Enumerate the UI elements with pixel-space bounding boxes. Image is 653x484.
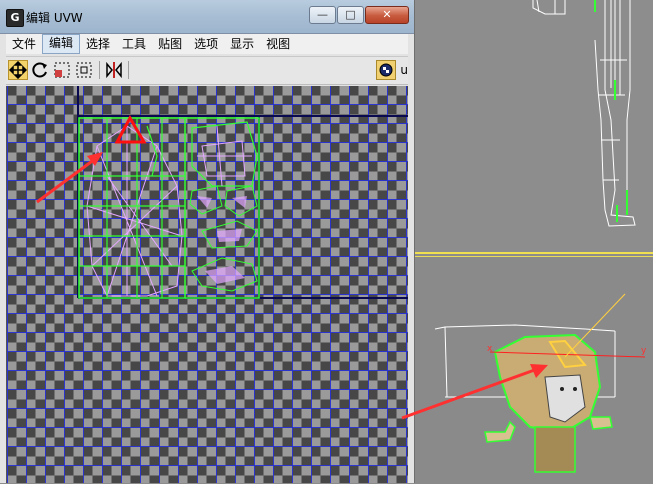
uvw-editor-window[interactable]: G 编辑 UVW — □ ✕ 文件 编辑 选择 工具 贴图 选项 显示 视图 u	[0, 0, 415, 483]
annotation-arrow	[36, 152, 103, 204]
texture-checker-icon[interactable]	[376, 60, 396, 80]
menu-file[interactable]: 文件	[6, 35, 42, 53]
toolbar-overflow[interactable]: u	[400, 63, 408, 77]
menu-view[interactable]: 视图	[260, 35, 296, 53]
viewport-annotation-arrow	[401, 364, 548, 420]
scale-icon[interactable]	[52, 60, 72, 80]
close-button[interactable]: ✕	[365, 6, 409, 24]
toolbar: u	[6, 56, 408, 85]
toolbar-separator	[99, 61, 100, 79]
uv-shell-body	[78, 117, 186, 299]
menu-mapping[interactable]: 贴图	[152, 35, 188, 53]
uv-shell-head	[185, 117, 260, 299]
menu-edit[interactable]: 编辑	[42, 34, 81, 54]
window-title: 编辑 UVW	[26, 11, 83, 25]
viewport-front-wireframe[interactable]	[415, 0, 653, 254]
menu-options[interactable]: 选项	[188, 35, 224, 53]
menu-tools[interactable]: 工具	[116, 35, 152, 53]
menu-display[interactable]: 显示	[224, 35, 260, 53]
minimize-button[interactable]: —	[309, 6, 336, 24]
app-icon: G	[6, 9, 24, 27]
move-icon[interactable]	[8, 60, 28, 80]
uv-editor-canvas[interactable]	[6, 86, 408, 483]
menu-select[interactable]: 选择	[80, 35, 116, 53]
title-bar[interactable]: G 编辑 UVW — □ ✕	[0, 0, 414, 34]
toolbar-separator	[128, 61, 129, 79]
rotate-icon[interactable]	[30, 60, 50, 80]
mirror-icon[interactable]	[104, 60, 124, 80]
wireframe-character-legs	[532, 0, 636, 227]
uv-layout	[36, 86, 408, 299]
axis-y-label: y	[641, 346, 647, 356]
freeform-icon[interactable]	[74, 60, 94, 80]
maximize-button[interactable]: □	[337, 6, 364, 24]
menu-bar: 文件 编辑 选择 工具 贴图 选项 显示 视图	[6, 34, 408, 54]
